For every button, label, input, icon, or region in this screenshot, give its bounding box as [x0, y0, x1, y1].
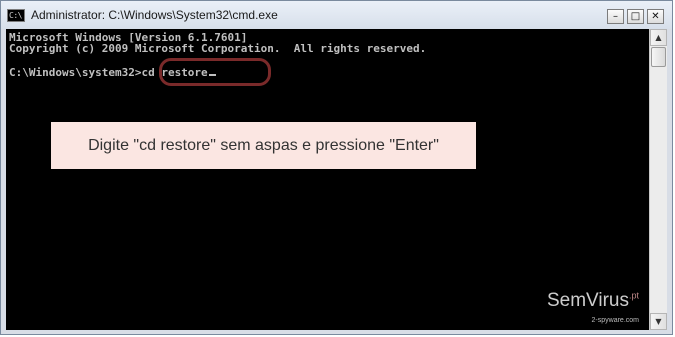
cmd-window: C:\ Administrator: C:\Windows\System32\c… [0, 0, 673, 335]
scroll-down-button[interactable]: ▼ [650, 313, 667, 330]
close-button[interactable]: ✕ [647, 9, 664, 24]
watermark-subtext: 2-spyware.com [591, 317, 639, 324]
console-output[interactable]: Microsoft Windows [Version 6.1.7601] Cop… [6, 29, 649, 330]
watermark-suffix: .pt [628, 290, 639, 301]
console-icon[interactable]: C:\ [7, 9, 25, 22]
console-line-copyright: Copyright (c) 2009 Microsoft Corporation… [9, 42, 427, 55]
watermark-text: SemVirus [546, 290, 629, 311]
command-highlight-ring [159, 58, 271, 86]
instruction-callout: Digite "cd restore" sem aspas e pression… [51, 122, 476, 169]
title-bar[interactable]: C:\ Administrator: C:\Windows\System32\c… [1, 1, 672, 29]
scroll-up-button[interactable]: ▲ [650, 29, 667, 46]
vertical-scrollbar[interactable]: ▲ ▼ [649, 29, 667, 330]
scroll-thumb[interactable] [651, 47, 666, 67]
minimize-button[interactable]: – [607, 9, 624, 24]
semvirus-watermark: SemVirus.pt [547, 290, 639, 312]
maximize-button[interactable]: □ [627, 9, 644, 24]
window-title: Administrator: C:\Windows\System32\cmd.e… [31, 8, 278, 22]
console-icon-label: C:\ [9, 11, 22, 20]
prompt-path: C:\Windows\system32> [9, 66, 142, 79]
